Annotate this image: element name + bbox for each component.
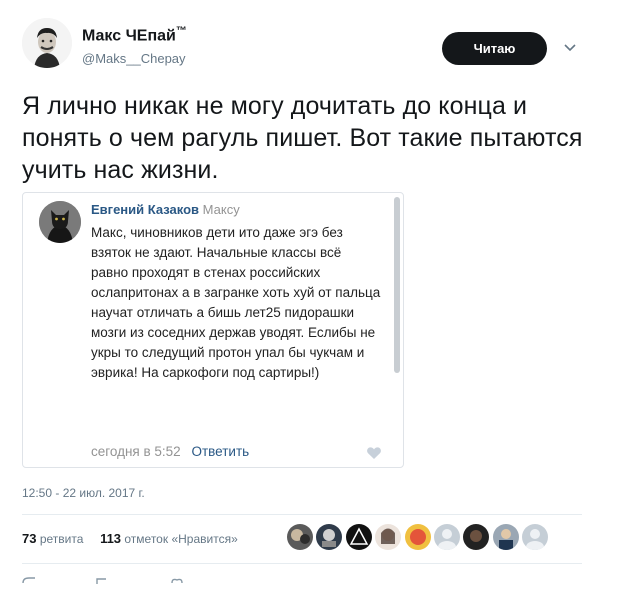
author-name-text[interactable]: Макс ЧЕпай: [82, 27, 176, 44]
liker-avatar[interactable]: [492, 524, 519, 550]
tweet-timestamp[interactable]: 12:50 - 22 июл. 2017 г.: [22, 486, 145, 500]
chevron-down-icon[interactable]: [562, 40, 578, 56]
liker-avatar[interactable]: [463, 524, 490, 550]
follow-button[interactable]: Читаю: [442, 32, 547, 65]
tweet-stats: 73 ретвита 113 отметок «Нравится»: [22, 531, 238, 546]
divider: [22, 563, 582, 564]
comment-reply-link[interactable]: Ответить: [191, 444, 249, 459]
tweet-actions: [22, 572, 184, 584]
liker-avatar[interactable]: [316, 524, 343, 550]
liker-avatar[interactable]: [404, 524, 431, 550]
retweet-icon[interactable]: [96, 572, 110, 584]
comment-header: Евгений Казаков Максу: [91, 202, 240, 217]
reply-icon[interactable]: [22, 572, 36, 584]
likes-count[interactable]: 113: [100, 531, 121, 546]
divider: [22, 514, 582, 515]
comment-scrollbar[interactable]: [394, 197, 400, 373]
comment-author-avatar[interactable]: [39, 201, 81, 243]
retweets-label[interactable]: ретвита: [40, 532, 84, 546]
author-handle[interactable]: @Maks__Chepay: [82, 51, 186, 66]
comment-reply-to[interactable]: Максу: [203, 202, 240, 217]
comment-author-name[interactable]: Евгений Казаков: [91, 202, 199, 217]
retweets-count[interactable]: 73: [22, 531, 36, 546]
trademark-mark: ™: [175, 25, 187, 37]
comment-body: Макс, чиновников дети ито даже эгэ без в…: [91, 225, 381, 380]
liker-avatar[interactable]: [522, 524, 549, 550]
embedded-comment-card[interactable]: Евгений Казаков Максу Макс, чиновников д…: [22, 192, 404, 468]
author-avatar[interactable]: [22, 18, 72, 68]
like-icon[interactable]: [170, 572, 184, 584]
liker-avatar[interactable]: [287, 524, 313, 550]
heart-icon[interactable]: [366, 445, 382, 461]
liker-avatar[interactable]: [375, 524, 402, 550]
author-name[interactable]: Макс ЧЕпай™: [82, 25, 187, 45]
comment-footer: сегодня в 5:52 Ответить: [91, 444, 249, 459]
tweet-text: Я лично никак не могу дочитать до конца …: [22, 92, 583, 184]
comment-time[interactable]: сегодня в 5:52: [91, 444, 181, 459]
liker-avatar[interactable]: [433, 524, 460, 550]
likes-label[interactable]: отметок «Нравится»: [124, 532, 237, 546]
liker-avatar[interactable]: [345, 524, 372, 550]
likers-avatars: [287, 524, 552, 550]
